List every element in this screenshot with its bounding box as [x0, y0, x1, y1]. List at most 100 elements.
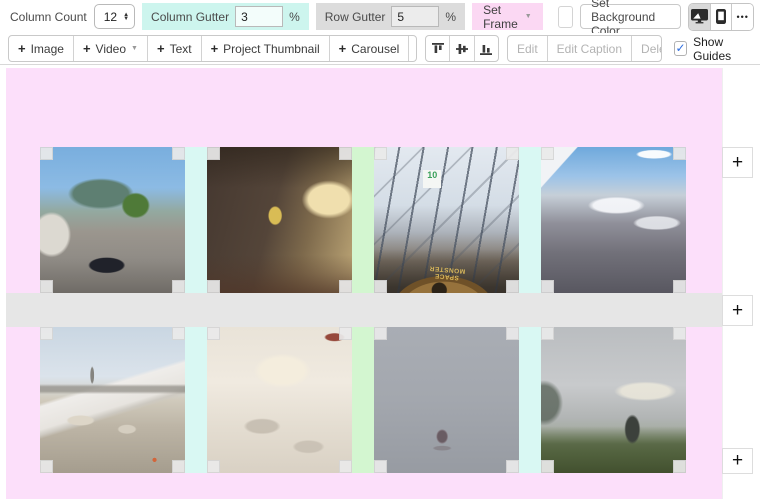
resize-handle[interactable]: [506, 147, 519, 160]
align-bottom-button[interactable]: [475, 36, 498, 61]
show-guides-checkbox[interactable]: ✓: [674, 41, 687, 56]
add-section-button[interactable]: +: [722, 295, 753, 326]
column-count-stepper[interactable]: 12 ▲ ▼: [94, 4, 135, 29]
resize-handle[interactable]: [339, 460, 352, 473]
delete-label: Delete: [641, 42, 662, 56]
resize-handle[interactable]: [40, 147, 53, 160]
resize-handle[interactable]: [506, 280, 519, 293]
edit-label: Edit: [517, 42, 538, 56]
set-background-color-button[interactable]: Set Background Color: [580, 4, 681, 29]
stepper-arrows-icon[interactable]: ▲ ▼: [123, 13, 129, 21]
resize-handle[interactable]: [506, 460, 519, 473]
align-top-icon: [431, 42, 445, 56]
edit-group: Edit Edit Caption Delete: [507, 35, 662, 62]
image-tile[interactable]: 10 SPACE MONSTER: [374, 147, 519, 293]
photo-rio-street: [40, 147, 185, 293]
image-tile[interactable]: [374, 327, 519, 473]
show-guides-label: Show Guides: [693, 35, 754, 63]
align-middle-button[interactable]: [450, 36, 474, 61]
photo-seal-water: [374, 327, 519, 473]
edit-caption-label: Edit Caption: [557, 42, 622, 56]
column-gutter-guide: [185, 147, 207, 293]
row-gutter-input[interactable]: [391, 6, 439, 27]
background-color-swatch[interactable]: [558, 6, 573, 28]
column-gutter-guide: [352, 327, 374, 473]
resize-handle[interactable]: [374, 460, 387, 473]
resize-handle[interactable]: [673, 460, 686, 473]
resize-handle[interactable]: [40, 327, 53, 340]
add-more-button[interactable]: + More ▼: [409, 36, 417, 61]
canvas-right-edge: [722, 68, 723, 499]
image-row-2: [6, 327, 722, 473]
settings-toolbar: Column Count 12 ▲ ▼ Column Gutter % Row …: [0, 0, 760, 33]
add-project-thumbnail-button[interactable]: + Project Thumbnail: [202, 36, 330, 61]
actions-toolbar: + Image + Video ▼ + Text + Project Thumb…: [0, 33, 760, 65]
show-guides-toggle[interactable]: ✓ Show Guides: [674, 35, 754, 63]
image-tile[interactable]: [207, 147, 352, 293]
resize-handle[interactable]: [541, 460, 554, 473]
photo-airport-wing: [40, 327, 185, 473]
resize-handle[interactable]: [172, 460, 185, 473]
delete-button[interactable]: Delete: [632, 36, 662, 61]
resize-handle[interactable]: [339, 327, 352, 340]
stepper-down-icon[interactable]: ▼: [123, 17, 129, 21]
edit-button[interactable]: Edit: [508, 36, 548, 61]
resize-handle[interactable]: [506, 327, 519, 340]
phone-icon: [716, 9, 726, 24]
column-gutter-input[interactable]: [235, 6, 283, 27]
add-image-button[interactable]: + Image: [9, 36, 74, 61]
resize-handle[interactable]: [673, 327, 686, 340]
align-bottom-icon: [479, 42, 493, 56]
resize-handle[interactable]: [207, 460, 220, 473]
column-count-value: 12: [104, 10, 117, 24]
set-background-color-label: Set Background Color: [591, 0, 670, 38]
add-text-label: Text: [170, 42, 192, 56]
resize-handle[interactable]: [40, 280, 53, 293]
resize-handle[interactable]: [207, 147, 220, 160]
resize-handle[interactable]: [172, 147, 185, 160]
grid-editor: Column Count 12 ▲ ▼ Column Gutter % Row …: [0, 0, 760, 499]
resize-handle[interactable]: [541, 147, 554, 160]
desktop-icon: [691, 9, 708, 24]
add-carousel-button[interactable]: + Carousel: [330, 36, 410, 61]
column-gutter-label: Column Gutter: [151, 10, 229, 24]
resize-handle[interactable]: [172, 280, 185, 293]
resize-handle[interactable]: [207, 280, 220, 293]
resize-handle[interactable]: [172, 327, 185, 340]
resize-handle[interactable]: [541, 327, 554, 340]
add-section-button[interactable]: +: [722, 147, 753, 178]
image-tile[interactable]: [541, 147, 686, 293]
resize-handle[interactable]: [207, 327, 220, 340]
resize-handle[interactable]: [541, 280, 554, 293]
resize-handle[interactable]: [339, 280, 352, 293]
mobile-view-button[interactable]: [711, 4, 733, 30]
check-icon: ✓: [676, 42, 686, 54]
resize-handle[interactable]: [339, 147, 352, 160]
set-frame-button[interactable]: Set Frame ▼: [472, 3, 543, 30]
resize-handle[interactable]: [673, 147, 686, 160]
guitar-lettering: SPACE MONSTER: [424, 263, 469, 282]
desktop-view-button[interactable]: [689, 4, 711, 30]
align-middle-icon: [455, 42, 469, 56]
plus-icon: +: [18, 42, 26, 55]
image-tile[interactable]: [40, 327, 185, 473]
add-text-button[interactable]: + Text: [148, 36, 202, 61]
row-gutter-unit: %: [445, 10, 456, 24]
resize-handle[interactable]: [40, 460, 53, 473]
chevron-down-icon: ▼: [525, 13, 532, 20]
image-tile[interactable]: [207, 327, 352, 473]
resize-handle[interactable]: [374, 327, 387, 340]
image-tile[interactable]: [541, 327, 686, 473]
resize-handle[interactable]: [374, 147, 387, 160]
edit-caption-button[interactable]: Edit Caption: [548, 36, 632, 61]
resize-handle[interactable]: [673, 280, 686, 293]
canvas[interactable]: 10 SPACE MONSTER: [6, 68, 722, 499]
add-section-button[interactable]: +: [722, 448, 753, 474]
more-options-button[interactable]: •••: [732, 4, 753, 30]
add-video-button[interactable]: + Video ▼: [74, 36, 148, 61]
photo-andes-aerial: [541, 147, 686, 293]
image-tile[interactable]: [40, 147, 185, 293]
resize-handle[interactable]: [374, 280, 387, 293]
add-image-label: Image: [31, 42, 64, 56]
align-top-button[interactable]: [426, 36, 450, 61]
